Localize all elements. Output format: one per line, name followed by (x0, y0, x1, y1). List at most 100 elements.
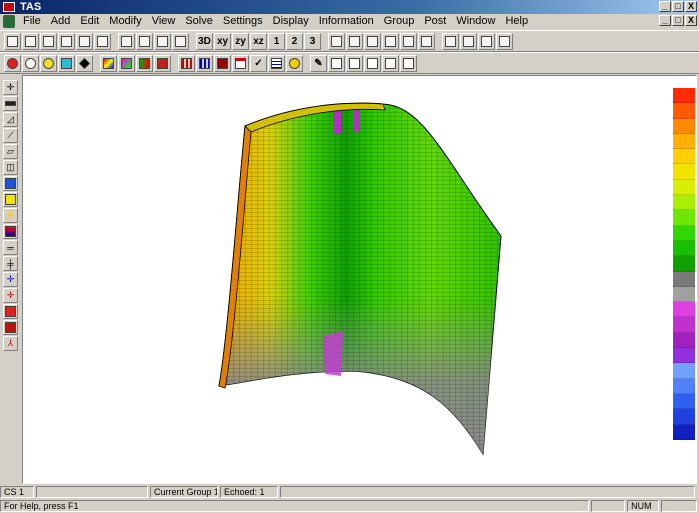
table-icon[interactable] (268, 54, 285, 72)
bars-red-icon[interactable] (178, 54, 195, 72)
beam-icon[interactable] (3, 96, 18, 111)
check-icon[interactable]: ✓ (250, 54, 267, 72)
back-arrow-icon[interactable] (328, 32, 345, 50)
list-icon[interactable] (442, 32, 459, 50)
status-caps (591, 500, 626, 512)
new-file-icon[interactable] (4, 32, 21, 50)
menu-modify[interactable]: Modify (104, 14, 146, 29)
menu-edit[interactable]: Edit (75, 14, 104, 29)
context-help-icon[interactable] (94, 32, 111, 50)
bars-blue-icon[interactable] (196, 54, 213, 72)
pan-icon[interactable] (136, 32, 153, 50)
red-box-icon[interactable] (3, 320, 18, 335)
zoom-window-icon[interactable] (346, 32, 363, 50)
menu-post[interactable]: Post (419, 14, 451, 29)
rotate-icon[interactable] (172, 32, 189, 50)
contour-icon[interactable] (100, 54, 117, 72)
status-scrl (661, 500, 697, 512)
view-3d-button[interactable]: 3D (196, 32, 213, 50)
document-icon[interactable] (3, 15, 15, 28)
element-icon-2[interactable] (346, 54, 363, 72)
pencil-icon[interactable]: ✎ (310, 54, 327, 72)
doc-close-button[interactable]: X (685, 15, 697, 26)
blade-mesh (218, 102, 502, 456)
element-icon-5[interactable] (400, 54, 417, 72)
solid-icon[interactable]: ◫ (3, 160, 18, 175)
mesh-color-icon[interactable] (136, 54, 153, 72)
spring-icon[interactable]: ⚡ (3, 208, 18, 223)
legend-band (673, 103, 695, 119)
menu-solve[interactable]: Solve (180, 14, 218, 29)
restore-button[interactable]: □ (672, 1, 684, 12)
black-diamond-icon[interactable] (76, 54, 93, 72)
red-cross-icon[interactable]: ✛ (3, 288, 18, 303)
doc-minimize-button[interactable]: _ (659, 15, 671, 26)
grid-red-icon[interactable] (460, 32, 477, 50)
title-bar: TAS _ □ X (0, 0, 699, 14)
dots-red-icon[interactable] (478, 32, 495, 50)
constraint-icon[interactable]: ╪ (3, 256, 18, 271)
yellow-shape-icon[interactable] (40, 54, 57, 72)
grid-lines-icon[interactable] (496, 32, 513, 50)
close-button[interactable]: X (685, 1, 697, 12)
node-icon[interactable]: ✛ (3, 80, 18, 95)
menu-add[interactable]: Add (46, 14, 76, 29)
axis-icon[interactable]: ⅄ (3, 336, 18, 351)
view-1-button[interactable]: 1 (268, 32, 285, 50)
zoom-in-icon[interactable] (154, 32, 171, 50)
curve-icon[interactable]: ◿ (3, 112, 18, 127)
element-icon-1[interactable] (328, 54, 345, 72)
menu-information[interactable]: Information (314, 14, 379, 29)
calendar-icon[interactable] (232, 54, 249, 72)
blue-cross-icon[interactable]: ✛ (3, 272, 18, 287)
view-2-button[interactable]: 2 (286, 32, 303, 50)
cyan-shape-icon[interactable] (58, 54, 75, 72)
select-box-icon[interactable] (118, 32, 135, 50)
open-icon[interactable] (40, 32, 57, 50)
cross-icon[interactable] (214, 54, 231, 72)
legend-band (673, 256, 695, 272)
save-icon[interactable] (22, 32, 39, 50)
menu-help[interactable]: Help (500, 14, 533, 29)
menu-display[interactable]: Display (268, 14, 314, 29)
view-xz-button[interactable]: xz (250, 32, 267, 50)
fringe-icon[interactable] (118, 54, 135, 72)
circle-icon[interactable] (22, 54, 39, 72)
status-num: NUM (627, 500, 660, 512)
view-zy-button[interactable]: zy (232, 32, 249, 50)
legend-band (673, 302, 695, 318)
menu-group[interactable]: Group (379, 14, 420, 29)
red-flag-icon[interactable] (3, 304, 18, 319)
surface-icon[interactable]: ▱ (3, 144, 18, 159)
layer-icon[interactable] (3, 224, 18, 239)
pointer-icon[interactable] (382, 32, 399, 50)
minimize-button[interactable]: _ (659, 1, 671, 12)
element-icon-3[interactable] (364, 54, 381, 72)
doc-restore-button[interactable]: □ (672, 15, 684, 26)
view-xy-button[interactable]: xy (214, 32, 231, 50)
view-3-button[interactable]: 3 (304, 32, 321, 50)
model-viewport[interactable] (22, 75, 697, 484)
menu-window[interactable]: Window (451, 14, 500, 29)
status-help: For Help, press F1 (0, 500, 590, 512)
red-grid-icon[interactable] (154, 54, 171, 72)
legend-band (673, 164, 695, 180)
menu-settings[interactable]: Settings (218, 14, 268, 29)
sun-icon[interactable] (286, 54, 303, 72)
app-icon (3, 2, 15, 12)
print-icon[interactable] (58, 32, 75, 50)
help-icon[interactable] (76, 32, 93, 50)
red-node-icon[interactable] (4, 54, 21, 72)
blue-bars-icon[interactable] (3, 176, 18, 191)
equals-icon[interactable]: ═ (3, 240, 18, 255)
legend-band (673, 409, 695, 425)
menu-view[interactable]: View (147, 14, 181, 29)
menu-file[interactable]: File (18, 14, 46, 29)
legend-band (673, 378, 695, 394)
yellow-load-icon[interactable] (3, 192, 18, 207)
wireframe-icon[interactable] (400, 32, 417, 50)
line-icon[interactable]: ⟋ (3, 128, 18, 143)
chart-icon[interactable] (418, 32, 435, 50)
element-icon-4[interactable] (382, 54, 399, 72)
zoom-out-icon[interactable] (364, 32, 381, 50)
